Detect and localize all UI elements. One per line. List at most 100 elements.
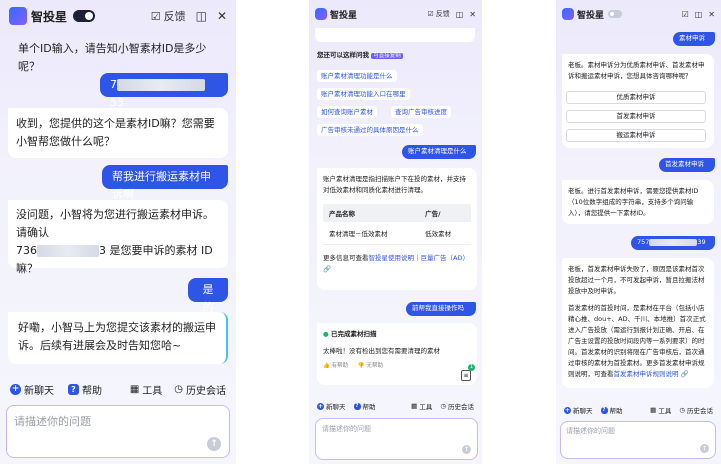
bot-result-card: ● 已完成素材扫描 太棒啦！没有检出到您有需要清理的素材 👍 有帮助 👎 无帮助… xyxy=(317,323,477,385)
suggestion-chip[interactable]: 查询广告审核进度 xyxy=(391,106,451,118)
bot-message: 没问题，小智将为您进行搬运素材申诉。请确认 736 3 是您要申诉的素材 ID 嘛… xyxy=(8,200,228,275)
app-logo-icon xyxy=(562,8,574,20)
app-logo-icon xyxy=(315,8,327,20)
grid-icon: ▦ xyxy=(650,406,657,414)
app-title: 智投星 xyxy=(31,9,68,24)
suggestion-chip[interactable]: 广告审核未通过的具体原因是什么 xyxy=(317,124,423,136)
suggestion-chip[interactable]: 账户素材清理功能是什么 xyxy=(317,70,397,82)
plus-icon: + xyxy=(10,383,21,395)
input-placeholder: 请描述你的问题 xyxy=(14,415,91,428)
header: 智投星 ☑ ◫ ✕ xyxy=(556,0,721,28)
sidebar-toggle-icon[interactable]: ◫ xyxy=(695,10,703,19)
sidebar-toggle-icon[interactable]: ◫ xyxy=(196,9,207,23)
send-icon[interactable]: ↑ xyxy=(207,437,221,451)
plus-icon: + xyxy=(317,402,324,410)
message-input[interactable]: 请描述你的问题 ↑ xyxy=(6,405,230,458)
header: 智投星 ☑ 反馈 ◫ ✕ xyxy=(0,0,236,32)
ad-link[interactable]: 巨量广告（AD） xyxy=(421,254,469,262)
link-icon: 🔗 xyxy=(323,265,332,273)
footer-toolbar: + 新聊天 ? 帮助 ▦ 工具 ◷ 历史会话 xyxy=(309,400,482,412)
appeal-option[interactable]: 首发素材申诉 xyxy=(566,110,706,123)
app-logo-icon xyxy=(9,7,27,25)
link-icon: 🔗 xyxy=(680,370,689,378)
mode-toggle[interactable] xyxy=(73,10,96,22)
close-icon[interactable]: ✕ xyxy=(708,10,715,19)
send-icon[interactable]: ↑ xyxy=(462,445,471,454)
bot-message: 单个ID输入，请告知小智素材ID是多少呢？ xyxy=(18,42,207,73)
usage-guide-link[interactable]: 智投星使用说明 xyxy=(369,254,415,262)
feedback-icon[interactable]: ☑ xyxy=(682,10,689,19)
message-input[interactable]: 请描述你的问题 ↑ xyxy=(560,421,716,459)
close-icon[interactable]: ✕ xyxy=(217,9,227,23)
help-icon: ? xyxy=(353,402,361,410)
user-message: 账户素材清理是什么 xyxy=(402,145,476,159)
thumb-down-icon: 👎 xyxy=(357,363,365,369)
app-title: 智投星 xyxy=(577,10,605,21)
new-chat-button[interactable]: + 新聊天 xyxy=(317,401,346,411)
dislike-button[interactable]: 👎 无帮助 xyxy=(358,363,383,369)
help-button[interactable]: ? 帮助 xyxy=(68,382,102,397)
like-button[interactable]: 👍 有帮助 xyxy=(323,363,348,369)
feedback-icon: ☑ xyxy=(427,10,434,18)
suggestion-chip[interactable]: 如何查询账户素材 xyxy=(317,106,377,118)
new-chat-button[interactable]: + 新聊天 xyxy=(564,405,593,415)
help-button[interactable]: ? 帮助 xyxy=(353,401,376,411)
tools-button[interactable]: ▦ 工具 xyxy=(130,382,162,397)
header: 智投星 ☑ 反馈 ◫ ✕ xyxy=(309,0,482,28)
user-message: 首发素材申诉 xyxy=(659,158,715,172)
bot-message: 好嘞，小智马上为您提交该素材的搬运申诉。后续有进展会及时告知您哈~ xyxy=(8,312,228,364)
feedback-icon: ☑ xyxy=(150,9,161,23)
appeal-option[interactable]: 优质素材申诉 xyxy=(566,91,706,104)
help-icon: ? xyxy=(68,383,79,395)
bot-message: 收到，您提供的这个是素材ID嘛？您需要小智帮您做什么呢？ xyxy=(8,108,228,158)
product-table: 产品名称 广告/ 素材清理－低效素材 低效素材 xyxy=(323,204,471,245)
user-message: 是的 xyxy=(188,278,228,314)
mode-toggle[interactable] xyxy=(608,10,623,18)
send-icon[interactable]: ↑ xyxy=(700,444,709,453)
previous-bubble-tail xyxy=(315,28,475,42)
message-input[interactable]: 请描述你的问题 ↑ xyxy=(315,418,478,460)
suggestion-header: 您还可以这样问我 可直接复制 xyxy=(317,51,403,59)
chat-panel-2: 智投星 ☑ 反馈 ◫ ✕ 您还可以这样问我 可直接复制 账户素材清理功能是什么 账… xyxy=(309,0,482,464)
check-icon: ● xyxy=(323,330,329,338)
footer-toolbar: + 新聊天 ? 帮助 ▦ 工具 ◷ 历史会话 xyxy=(0,380,236,398)
close-icon[interactable]: ✕ xyxy=(469,10,476,19)
history-button[interactable]: ◷ 历史会话 xyxy=(174,382,226,397)
rules-link[interactable]: 首发素材申诉规则说明 xyxy=(614,370,679,378)
clock-icon: ◷ xyxy=(440,402,446,410)
feedback-button[interactable]: ☑ 反馈 xyxy=(151,8,186,24)
user-message: 素材申诉 xyxy=(673,32,715,46)
clock-icon: ◷ xyxy=(174,383,183,395)
user-message: 帮我进行搬运素材申诉啊 xyxy=(102,165,228,201)
redacted-id xyxy=(37,245,99,257)
more-info: 更多信息可查看智投星使用说明｜巨量广告（AD） 🔗 xyxy=(323,254,469,273)
app-title: 智投星 xyxy=(330,10,358,21)
input-placeholder: 请描述你的问题 xyxy=(322,425,371,433)
bot-message: 老板。进行首发素材申诉，需要您提供素材ID（10位数字组成的字符串，支持多个询问… xyxy=(562,180,714,224)
bot-message: 老板，首发素材申诉失败了，原因是该素材首次投放超过一个月，不可发起申诉，暂且拉搬… xyxy=(562,258,714,388)
notification-badge: 1 xyxy=(468,364,475,371)
footer-toolbar: + 新聊天 ? 帮助 ▦ 工具 ◷ 历史会话 xyxy=(556,404,721,416)
user-message: 前帮我直接操作吗 xyxy=(406,302,476,316)
copy-tag: 可直接复制 xyxy=(371,53,403,59)
appeal-option[interactable]: 搬运素材申诉 xyxy=(566,129,706,142)
tools-button[interactable]: ▦ 工具 xyxy=(650,405,671,415)
clock-icon: ◷ xyxy=(679,406,685,414)
history-button[interactable]: ◷ 历史会话 xyxy=(440,401,474,411)
history-button[interactable]: ◷ 历史会话 xyxy=(679,405,713,415)
user-message: 757 39 xyxy=(631,236,715,250)
redacted-id xyxy=(649,238,698,246)
tools-button[interactable]: ▦ 工具 xyxy=(411,401,432,411)
suggestion-chip[interactable]: 账户素材清理功能入口在哪里 xyxy=(317,88,410,100)
task-list-icon[interactable]: ≡ xyxy=(461,370,471,381)
grid-icon: ▦ xyxy=(411,402,418,410)
chat-panel-3: 智投星 ☑ ◫ ✕ 素材申诉 老板。素材申诉分为优质素材申诉、首发素材申诉和搬运… xyxy=(556,0,721,464)
redacted-id xyxy=(117,79,205,91)
user-message: 753 xyxy=(100,73,228,109)
plus-icon: + xyxy=(564,406,571,414)
help-button[interactable]: ? 帮助 xyxy=(600,405,623,415)
sidebar-toggle-icon[interactable]: ◫ xyxy=(456,10,464,19)
feedback-button[interactable]: ☑ 反馈 xyxy=(427,9,449,19)
chat-panel-1: 智投星 ☑ 反馈 ◫ ✕ 单个ID输入，请告知小智素材ID是多少呢？ 753 收到… xyxy=(0,0,236,464)
new-chat-button[interactable]: + 新聊天 xyxy=(10,382,54,397)
